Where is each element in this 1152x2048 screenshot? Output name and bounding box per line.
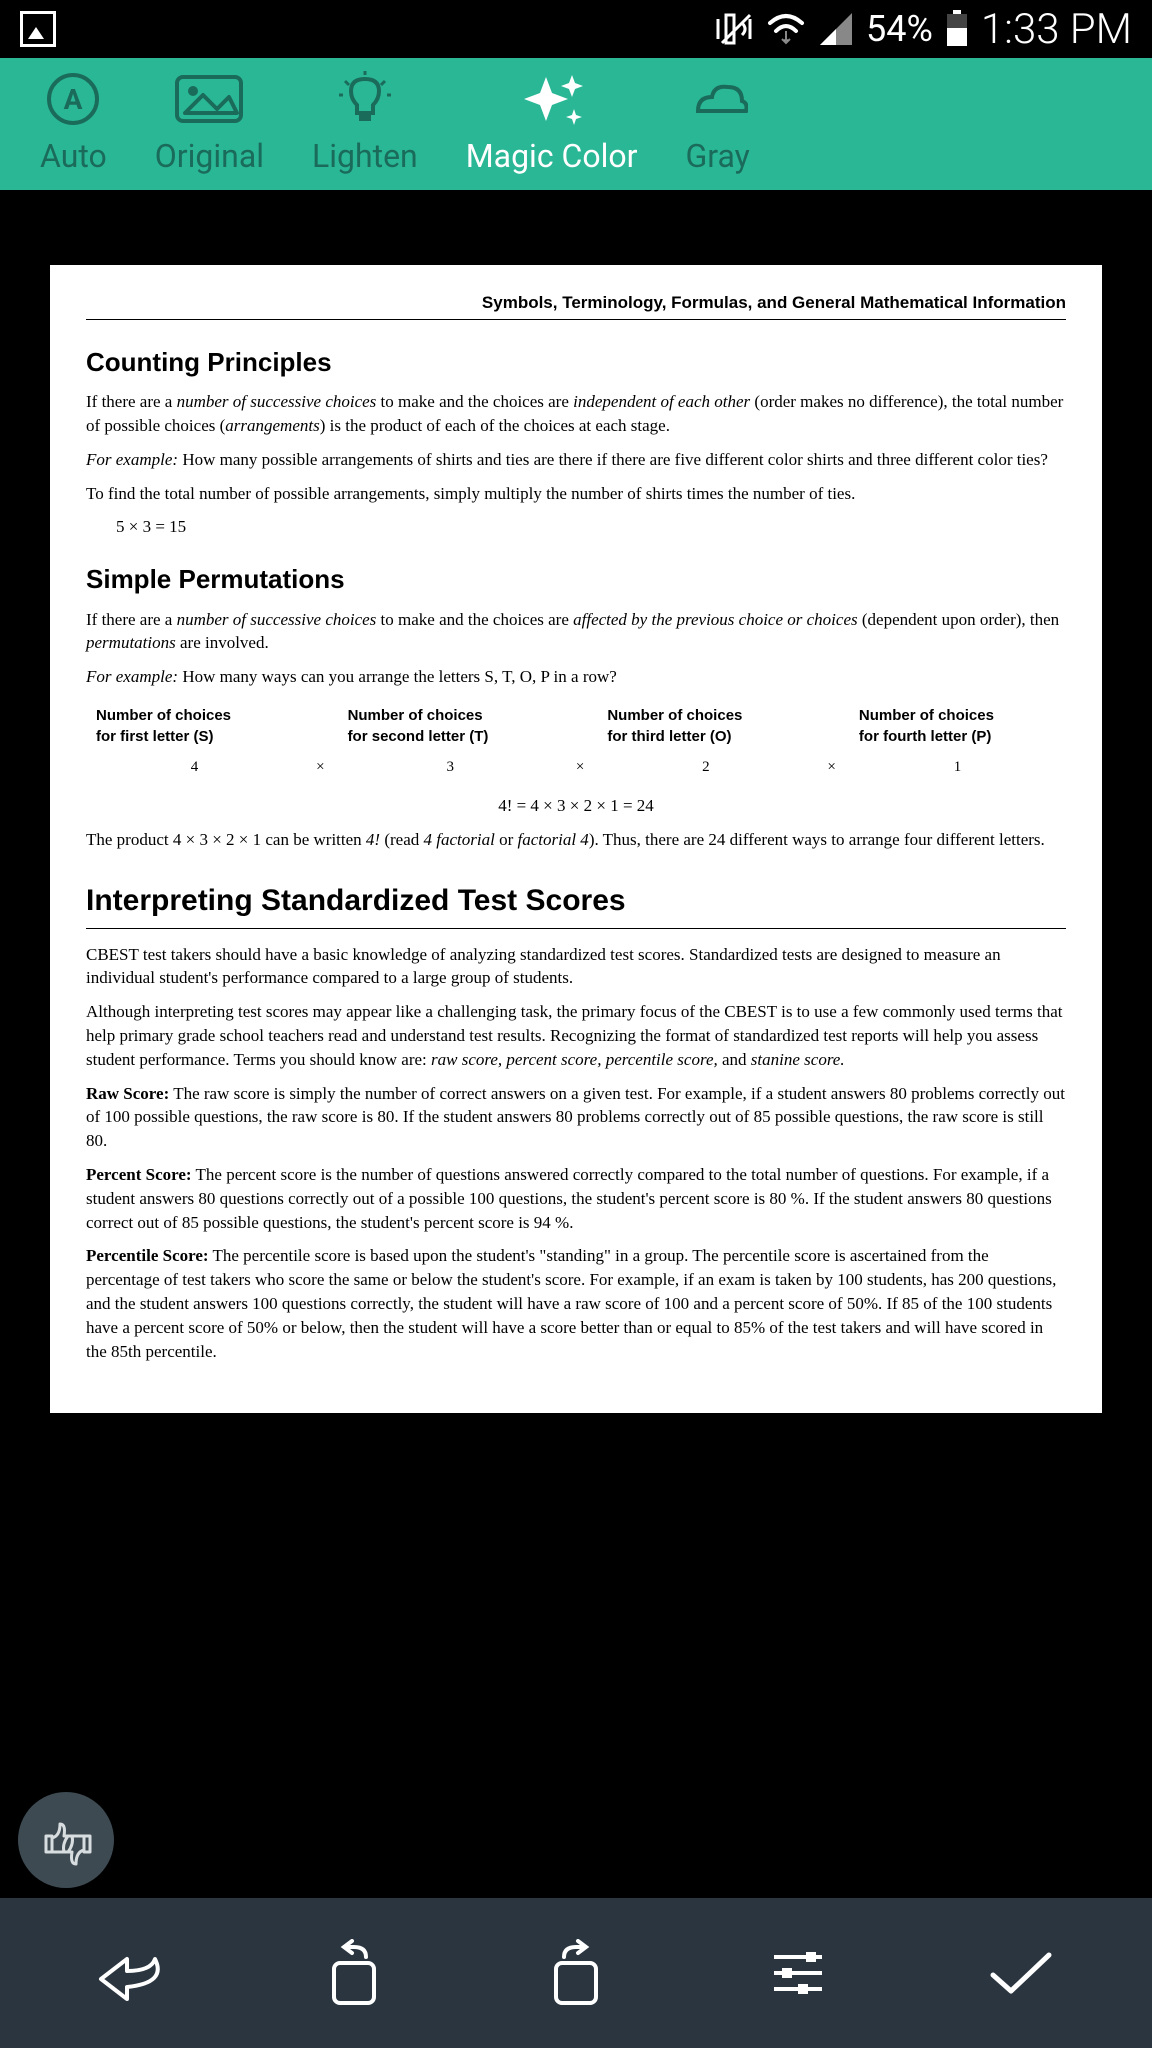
image-notification-icon bbox=[20, 11, 56, 47]
signal-icon bbox=[818, 11, 854, 47]
svg-text:A: A bbox=[64, 83, 83, 116]
thumbs-icon bbox=[34, 1808, 98, 1872]
original-icon bbox=[173, 73, 245, 125]
perm-p2: The product 4 × 3 × 2 × 1 can be written… bbox=[86, 828, 1066, 852]
counting-p1: If there are a number of successive choi… bbox=[86, 390, 1066, 438]
filter-gray[interactable]: Gray bbox=[661, 73, 749, 175]
lighten-icon bbox=[333, 73, 397, 125]
wifi-icon bbox=[766, 11, 806, 47]
filter-magic-color[interactable]: Magic Color bbox=[442, 73, 662, 175]
battery-percent: 54% bbox=[866, 8, 933, 50]
perm-example: For example: How many ways can you arran… bbox=[86, 665, 1066, 689]
sliders-icon bbox=[766, 1945, 830, 2001]
rotate-right-button[interactable] bbox=[536, 1933, 616, 2013]
counting-eq: 5 × 3 = 15 bbox=[116, 515, 1066, 539]
vibrate-mute-icon bbox=[714, 11, 754, 47]
bottom-toolbar bbox=[0, 1898, 1152, 2048]
clock: 1:33 PM bbox=[981, 5, 1132, 54]
back-arrow-icon bbox=[95, 1943, 167, 2003]
filter-gray-label: Gray bbox=[685, 137, 749, 175]
magic-color-icon bbox=[516, 73, 588, 125]
filter-original-label: Original bbox=[155, 137, 264, 175]
perm-eq: 4! = 4 × 3 × 2 × 1 = 24 bbox=[86, 794, 1066, 818]
percentile-score-para: Percentile Score: The percentile score i… bbox=[86, 1244, 1066, 1363]
section-scores-title: Interpreting Standardized Test Scores bbox=[86, 880, 1066, 929]
perm-p1: If there are a number of successive choi… bbox=[86, 608, 1066, 656]
auto-icon: A bbox=[45, 73, 101, 125]
confirm-button[interactable] bbox=[981, 1933, 1061, 2013]
scanned-document: Symbols, Terminology, Formulas, and Gene… bbox=[50, 265, 1102, 1413]
check-icon bbox=[985, 1945, 1057, 2001]
counting-example: For example: How many possible arrangeme… bbox=[86, 448, 1066, 472]
scores-p2: Although interpreting test scores may ap… bbox=[86, 1000, 1066, 1071]
filter-lighten[interactable]: Lighten bbox=[288, 73, 442, 175]
filter-lighten-label: Lighten bbox=[312, 137, 418, 175]
percent-score-para: Percent Score: The percent score is the … bbox=[86, 1163, 1066, 1234]
filter-original[interactable]: Original bbox=[131, 73, 288, 175]
filter-magic-color-label: Magic Color bbox=[466, 137, 638, 175]
perm-table: Number of choicesfor first letter (S) Nu… bbox=[86, 699, 1066, 784]
raw-score-para: Raw Score: The raw score is simply the n… bbox=[86, 1082, 1066, 1153]
status-bar: 54% 1:33 PM bbox=[0, 0, 1152, 58]
filter-toolbar: A Auto Original Lighten Magic Color Gray bbox=[0, 58, 1152, 190]
gray-icon bbox=[688, 73, 748, 125]
filter-auto-label: Auto bbox=[40, 137, 107, 175]
document-viewport[interactable]: Symbols, Terminology, Formulas, and Gene… bbox=[0, 190, 1152, 1898]
back-button[interactable] bbox=[91, 1933, 171, 2013]
counting-p2: To find the total number of possible arr… bbox=[86, 482, 1066, 506]
section-counting-title: Counting Principles bbox=[86, 344, 1066, 380]
adjust-button[interactable] bbox=[758, 1933, 838, 2013]
rotate-right-icon bbox=[544, 1939, 608, 2007]
battery-icon bbox=[945, 10, 969, 48]
scores-p1: CBEST test takers should have a basic kn… bbox=[86, 943, 1066, 991]
rotate-left-button[interactable] bbox=[314, 1933, 394, 2013]
doc-header: Symbols, Terminology, Formulas, and Gene… bbox=[86, 291, 1066, 320]
feedback-button[interactable] bbox=[18, 1792, 114, 1888]
rotate-left-icon bbox=[322, 1939, 386, 2007]
filter-auto[interactable]: A Auto bbox=[0, 73, 131, 175]
section-permutations-title: Simple Permutations bbox=[86, 561, 1066, 597]
